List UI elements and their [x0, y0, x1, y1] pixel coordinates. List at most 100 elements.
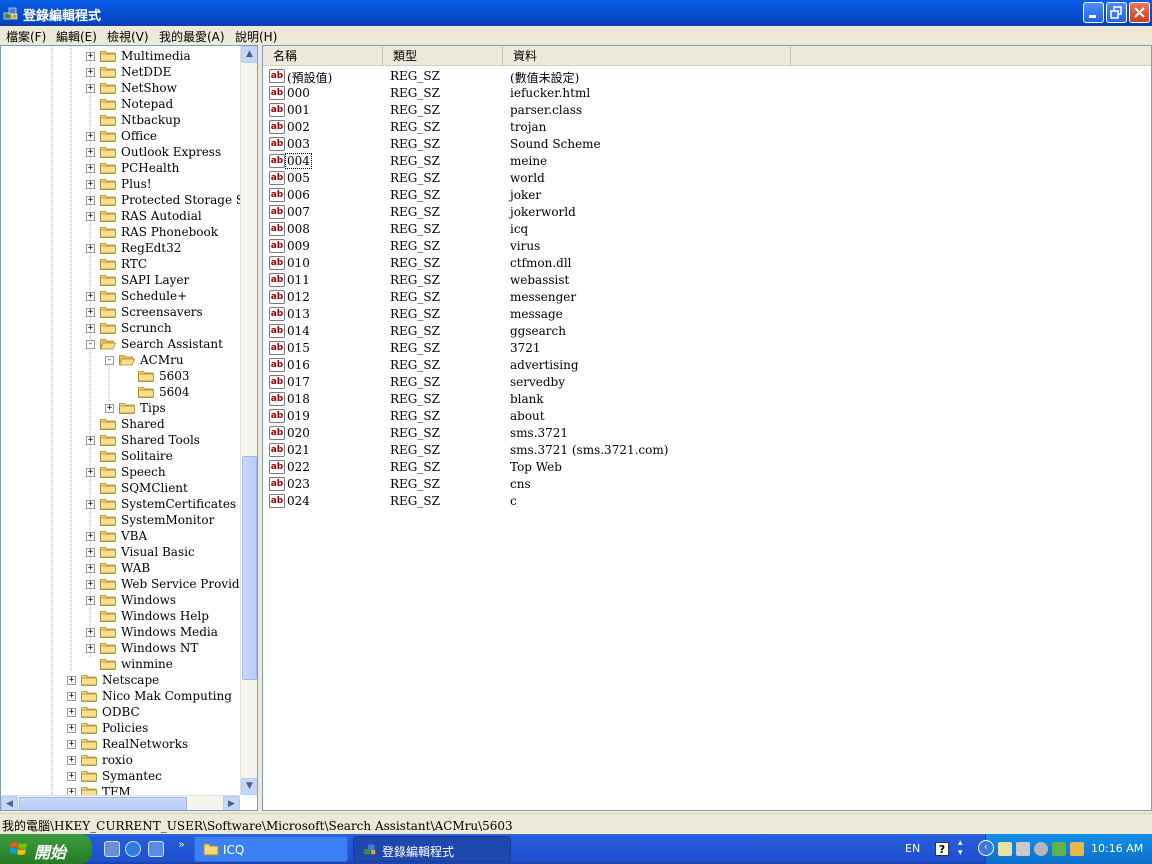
tree-item[interactable]: + Schedule+: [1, 288, 239, 304]
tree-item[interactable]: - Search Assistant: [1, 336, 239, 352]
table-row[interactable]: ab 008 REG_SZ icq: [263, 221, 1151, 238]
table-row[interactable]: ab (預設值) REG_SZ (數值未設定): [263, 68, 1151, 85]
tree-item[interactable]: SystemMonitor: [1, 512, 239, 528]
column-name[interactable]: 名稱: [263, 46, 383, 66]
column-data[interactable]: 資料: [503, 46, 791, 66]
scroll-up-arrow-icon[interactable]: ▲: [241, 46, 257, 63]
tree-item[interactable]: Ntbackup: [1, 112, 239, 128]
tray-expand-chevron-icon[interactable]: ‹: [978, 840, 994, 856]
table-row[interactable]: ab 006 REG_SZ joker: [263, 187, 1151, 204]
tree-item[interactable]: RAS Phonebook: [1, 224, 239, 240]
expand-icon[interactable]: +: [86, 132, 95, 141]
expand-icon[interactable]: +: [67, 772, 76, 781]
tree-item[interactable]: + RAS Autodial: [1, 208, 239, 224]
expand-icon[interactable]: +: [86, 212, 95, 221]
tree-item[interactable]: + Windows NT: [1, 640, 239, 656]
table-row[interactable]: ab 016 REG_SZ advertising: [263, 357, 1151, 374]
tree-item[interactable]: + Multimedia: [1, 48, 239, 64]
expand-icon[interactable]: +: [86, 564, 95, 573]
menu-edit[interactable]: 編輯(E): [56, 28, 97, 45]
tree-item[interactable]: + Policies: [1, 720, 239, 736]
scroll-right-arrow-icon[interactable]: ▶: [223, 796, 240, 810]
tree-horizontal-scrollbar[interactable]: ◀ ▶: [1, 795, 240, 810]
close-button[interactable]: [1129, 2, 1150, 23]
hscroll-thumb[interactable]: [19, 797, 187, 810]
table-row[interactable]: ab 002 REG_SZ trojan: [263, 119, 1151, 136]
internet-explorer-icon[interactable]: [125, 841, 141, 857]
tree-item[interactable]: + PCHealth: [1, 160, 239, 176]
tree-item[interactable]: + NetShow: [1, 80, 239, 96]
table-row[interactable]: ab 014 REG_SZ ggsearch: [263, 323, 1151, 340]
table-row[interactable]: ab 018 REG_SZ blank: [263, 391, 1151, 408]
table-row[interactable]: ab 019 REG_SZ about: [263, 408, 1151, 425]
column-type[interactable]: 類型: [383, 46, 503, 66]
tree-item[interactable]: + Plus!: [1, 176, 239, 192]
tree-item[interactable]: Shared: [1, 416, 239, 432]
tree-item[interactable]: + Shared Tools: [1, 432, 239, 448]
outlook-express-icon[interactable]: [148, 841, 164, 857]
tree-item[interactable]: + Screensavers: [1, 304, 239, 320]
expand-icon[interactable]: +: [86, 308, 95, 317]
tree-item[interactable]: 5604: [1, 384, 239, 400]
expand-icon[interactable]: +: [86, 628, 95, 637]
tree-item[interactable]: + Symantec: [1, 768, 239, 784]
table-row[interactable]: ab 007 REG_SZ jokerworld: [263, 204, 1151, 221]
ime-options-icon[interactable]: ▴ ▾: [958, 838, 963, 858]
menu-file[interactable]: 檔案(F): [6, 28, 46, 45]
tree-item[interactable]: + NetDDE: [1, 64, 239, 80]
tree-item[interactable]: + ODBC: [1, 704, 239, 720]
tree-item[interactable]: + WAB: [1, 560, 239, 576]
tree-item[interactable]: SQMClient: [1, 480, 239, 496]
scroll-down-arrow-icon[interactable]: ▼: [241, 778, 257, 795]
table-row[interactable]: ab 020 REG_SZ sms.3721: [263, 425, 1151, 442]
table-row[interactable]: ab 009 REG_SZ virus: [263, 238, 1151, 255]
tree-item[interactable]: + Netscape: [1, 672, 239, 688]
expand-icon[interactable]: +: [86, 644, 95, 653]
tree-item[interactable]: + Speech: [1, 464, 239, 480]
help-icon[interactable]: ?: [935, 842, 949, 856]
tree-item[interactable]: + Protected Storage System: [1, 192, 257, 208]
tree-item[interactable]: Solitaire: [1, 448, 239, 464]
expand-icon[interactable]: +: [86, 580, 95, 589]
expand-icon[interactable]: +: [67, 740, 76, 749]
expand-icon[interactable]: +: [86, 532, 95, 541]
tree-item[interactable]: + Tips: [1, 400, 239, 416]
tree-item[interactable]: Notepad: [1, 96, 239, 112]
table-row[interactable]: ab 017 REG_SZ servedby: [263, 374, 1151, 391]
scroll-left-arrow-icon[interactable]: ◀: [1, 796, 18, 810]
tree-item[interactable]: + Office: [1, 128, 239, 144]
quicklaunch-chevron-icon[interactable]: »: [178, 838, 185, 851]
expand-icon[interactable]: +: [67, 708, 76, 717]
collapse-icon[interactable]: -: [86, 340, 95, 349]
tree-item[interactable]: + Outlook Express: [1, 144, 239, 160]
expand-icon[interactable]: +: [86, 596, 95, 605]
table-row[interactable]: ab 011 REG_SZ webassist: [263, 272, 1151, 289]
tray-network-icon[interactable]: [998, 842, 1012, 856]
scroll-thumb[interactable]: [242, 456, 257, 680]
tree-vertical-scrollbar[interactable]: ▲ ▼: [240, 46, 257, 795]
task-regedit[interactable]: 登錄編輯程式: [353, 836, 511, 862]
menu-favorites[interactable]: 我的最愛(A): [159, 28, 225, 45]
tree-item[interactable]: + Visual Basic: [1, 544, 239, 560]
table-row[interactable]: ab 003 REG_SZ Sound Scheme: [263, 136, 1151, 153]
tray-speaker-icon[interactable]: [1034, 842, 1048, 856]
tree-item[interactable]: winmine: [1, 656, 239, 672]
tree-item[interactable]: + VBA: [1, 528, 239, 544]
table-row[interactable]: ab 015 REG_SZ 3721: [263, 340, 1151, 357]
value-list[interactable]: 名稱 類型 資料 ab (預設值) REG_SZ (數值未設定) ab 000 REG_SZ…: [262, 45, 1152, 811]
expand-icon[interactable]: +: [86, 68, 95, 77]
table-row[interactable]: ab 004 REG_SZ meine: [263, 153, 1151, 170]
tree-item[interactable]: + Web Service Providers: [1, 576, 257, 592]
table-row[interactable]: ab 022 REG_SZ Top Web: [263, 459, 1151, 476]
registry-tree[interactable]: + Multimedia + NetDDE + NetShow Notepad Ntbacku…: [0, 45, 258, 811]
title-bar[interactable]: 登錄編輯程式: [0, 0, 1152, 26]
tree-item[interactable]: - ACMru: [1, 352, 239, 368]
menu-view[interactable]: 檢視(V): [107, 28, 149, 45]
expand-icon[interactable]: +: [86, 164, 95, 173]
table-row[interactable]: ab 021 REG_SZ sms.3721 (sms.3721.com): [263, 442, 1151, 459]
expand-icon[interactable]: +: [67, 724, 76, 733]
tree-item[interactable]: + SystemCertificates: [1, 496, 239, 512]
table-row[interactable]: ab 012 REG_SZ messenger: [263, 289, 1151, 306]
tree-item[interactable]: RTC: [1, 256, 239, 272]
tree-item[interactable]: + Windows Media: [1, 624, 239, 640]
